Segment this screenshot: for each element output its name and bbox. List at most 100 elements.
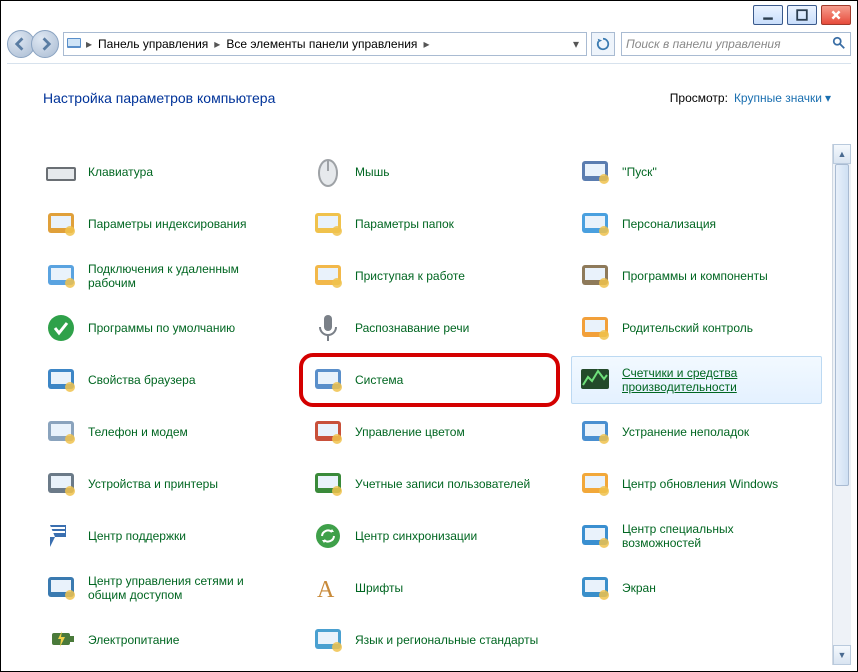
view-value: Крупные значки: [734, 91, 822, 105]
breadcrumb-sep: ▸: [214, 37, 220, 51]
cp-item-label: Родительский контроль: [622, 321, 753, 335]
folder-options-icon: [311, 207, 345, 241]
scroll-down-button[interactable]: ▼: [833, 645, 851, 665]
cp-item-label: Телефон и модем: [88, 425, 188, 439]
cp-item-performance[interactable]: Счетчики и средства производительности: [571, 356, 822, 404]
minimize-button[interactable]: [753, 5, 783, 25]
cp-item-label: Свойства браузера: [88, 373, 196, 387]
troubleshoot-icon: [578, 415, 612, 449]
scroll-up-button[interactable]: ▲: [833, 144, 851, 164]
search-icon[interactable]: [832, 36, 846, 53]
cp-item-default-programs[interactable]: Программы по умолчанию: [37, 304, 288, 352]
performance-icon: [578, 363, 612, 397]
cp-item-label: Клавиатура: [88, 165, 153, 179]
cp-item-region-language[interactable]: Язык и региональные стандарты: [304, 616, 555, 664]
default-programs-icon: [44, 311, 78, 345]
maximize-button[interactable]: [787, 5, 817, 25]
cp-item-keyboard[interactable]: Клавиатура: [37, 148, 288, 196]
cp-item-network-sharing[interactable]: Центр управления сетями и общим доступом: [37, 564, 288, 612]
breadcrumb-sep: ▸: [423, 37, 429, 51]
cp-item-mouse[interactable]: Мышь: [304, 148, 555, 196]
cp-item-troubleshoot[interactable]: Устранение неполадок: [571, 408, 822, 456]
fonts-icon: A: [311, 571, 345, 605]
display-icon: [578, 571, 612, 605]
ease-of-access-icon: [578, 519, 612, 553]
remote-app-icon: [44, 259, 78, 293]
cp-item-folder-options[interactable]: Параметры папок: [304, 200, 555, 248]
cp-item-phone-modem[interactable]: Телефон и модем: [37, 408, 288, 456]
control-panel-icon: [66, 36, 82, 52]
cp-item-label: Управление цветом: [355, 425, 465, 439]
mouse-icon: [311, 155, 345, 189]
cp-item-fonts[interactable]: A Шрифты: [304, 564, 555, 612]
search-placeholder: Поиск в панели управления: [626, 37, 781, 51]
indexing-icon: [44, 207, 78, 241]
cp-item-ease-of-access[interactable]: Центр специальных возможностей: [571, 512, 822, 560]
search-box[interactable]: Поиск в панели управления: [621, 32, 851, 56]
parental-icon: [578, 311, 612, 345]
breadcrumb-item[interactable]: Панель управления: [98, 37, 208, 51]
cp-item-remote-app[interactable]: Подключения к удаленным рабочим: [37, 252, 288, 300]
cp-item-user-accounts[interactable]: Учетные записи пользователей: [304, 460, 555, 508]
cp-item-label: Центр поддержки: [88, 529, 186, 543]
breadcrumb: ▸ Панель управления ▸ Все элементы панел…: [86, 37, 429, 51]
view-dropdown[interactable]: Крупные значки ▾: [734, 91, 831, 105]
cp-item-label: Устранение неполадок: [622, 425, 749, 439]
view-label: Просмотр:: [670, 91, 728, 105]
address-bar[interactable]: ▸ Панель управления ▸ Все элементы панел…: [63, 32, 587, 56]
cp-item-start-menu-props[interactable]: ''Пуск'': [571, 148, 822, 196]
cp-item-label: Приступая к работе: [355, 269, 465, 283]
address-dropdown-icon[interactable]: ▾: [568, 37, 584, 51]
cp-item-label: Параметры индексирования: [88, 217, 246, 231]
cp-item-system[interactable]: Система: [304, 356, 555, 404]
cp-item-windows-update[interactable]: Центр обновления Windows: [571, 460, 822, 508]
close-button[interactable]: [821, 5, 851, 25]
cp-item-internet-options[interactable]: Свойства браузера: [37, 356, 288, 404]
cp-item-label: Экран: [622, 581, 656, 595]
content-header: Настройка параметров компьютера Просмотр…: [7, 64, 851, 118]
breadcrumb-sep: ▸: [86, 37, 92, 51]
cp-item-programs[interactable]: Программы и компоненты: [571, 252, 822, 300]
network-sharing-icon: [44, 571, 78, 605]
cp-item-label: Счетчики и средства производительности: [622, 366, 812, 395]
cp-item-label: Мышь: [355, 165, 390, 179]
color-mgmt-icon: [311, 415, 345, 449]
cp-item-label: Язык и региональные стандарты: [355, 633, 538, 647]
cp-item-label: Параметры папок: [355, 217, 454, 231]
cp-item-label: Устройства и принтеры: [88, 477, 218, 491]
keyboard-icon: [44, 155, 78, 189]
devices-printers-icon: [44, 467, 78, 501]
action-center-icon: [44, 519, 78, 553]
scrollbar[interactable]: ▲ ▼: [832, 144, 851, 665]
page-title: Настройка параметров компьютера: [43, 90, 275, 106]
getting-started-icon: [311, 259, 345, 293]
cp-item-personalization[interactable]: Персонализация: [571, 200, 822, 248]
cp-item-label: Система: [355, 373, 403, 387]
cp-item-power[interactable]: Электропитание: [37, 616, 288, 664]
forward-button[interactable]: [31, 30, 59, 58]
system-icon: [311, 363, 345, 397]
phone-modem-icon: [44, 415, 78, 449]
cp-item-label: Шрифты: [355, 581, 403, 595]
cp-item-indexing[interactable]: Параметры индексирования: [37, 200, 288, 248]
cp-item-speech[interactable]: Распознавание речи: [304, 304, 555, 352]
cp-item-display[interactable]: Экран: [571, 564, 822, 612]
cp-item-sync-center[interactable]: Центр синхронизации: [304, 512, 555, 560]
cp-item-label: Центр управления сетями и общим доступом: [88, 574, 278, 603]
breadcrumb-item[interactable]: Все элементы панели управления: [226, 37, 417, 51]
user-accounts-icon: [311, 467, 345, 501]
power-icon: [44, 623, 78, 657]
cp-item-color-mgmt[interactable]: Управление цветом: [304, 408, 555, 456]
cp-item-parental[interactable]: Родительский контроль: [571, 304, 822, 352]
scroll-thumb[interactable]: [835, 164, 849, 486]
refresh-button[interactable]: [591, 32, 615, 56]
svg-text:A: A: [317, 577, 335, 603]
cp-item-getting-started[interactable]: Приступая к работе: [304, 252, 555, 300]
cp-item-devices-printers[interactable]: Устройства и принтеры: [37, 460, 288, 508]
cp-item-label: Программы и компоненты: [622, 269, 768, 283]
personalization-icon: [578, 207, 612, 241]
cp-item-label: Распознавание речи: [355, 321, 469, 335]
content-area: Настройка параметров компьютера Просмотр…: [7, 63, 851, 665]
cp-item-action-center[interactable]: Центр поддержки: [37, 512, 288, 560]
cp-item-label: Учетные записи пользователей: [355, 477, 530, 491]
